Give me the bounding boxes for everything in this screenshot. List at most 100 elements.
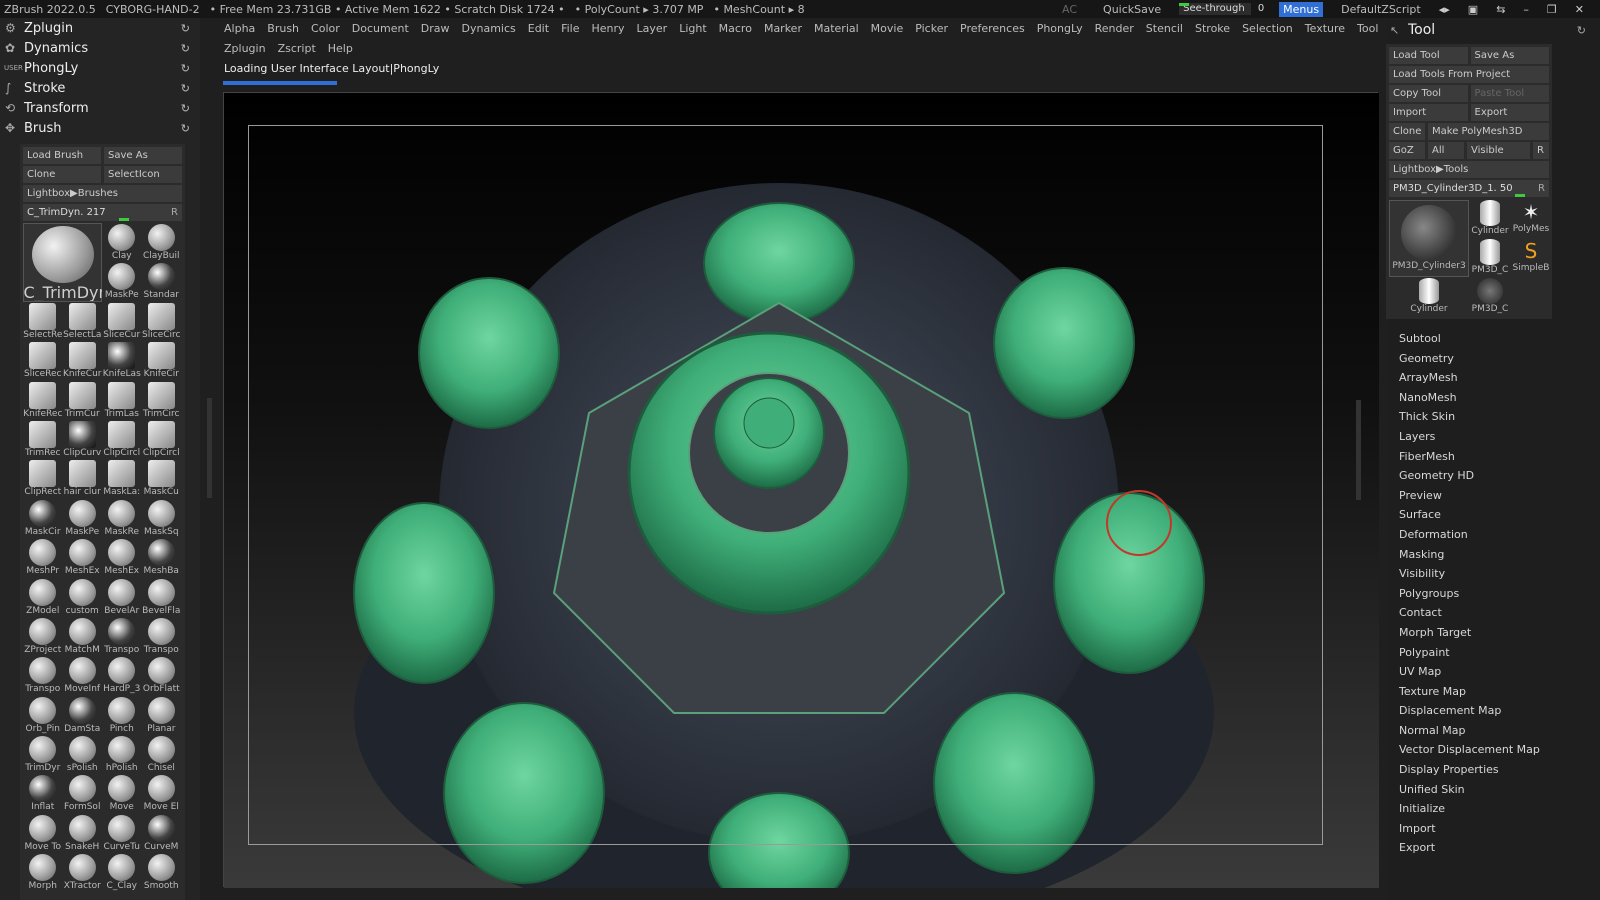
subpalette-item[interactable]: NanoMesh [1388,388,1600,408]
brush-item[interactable]: TrimCirc [142,381,182,420]
brush-item[interactable]: Pinch [102,696,142,735]
subpalette-item[interactable]: Initialize [1388,799,1600,819]
brush-item[interactable]: DamSta [63,696,103,735]
brush-item[interactable]: Move To [23,814,63,853]
brush-item[interactable]: FormSol [63,774,103,813]
brush-item[interactable]: MaskSq [142,499,182,538]
layout-arrows-icon[interactable]: ◂▸ [1439,3,1450,16]
menu-phongly[interactable]: PhongLy [1037,22,1083,35]
brush-item[interactable]: KnifeCur [63,341,103,380]
brush-item[interactable]: ClipCircl [142,420,182,459]
menu-tool[interactable]: Tool [1357,22,1378,35]
brush-item[interactable]: MeshBa [142,538,182,577]
refresh-icon[interactable]: ↻ [181,82,190,95]
subpalette-item[interactable]: ArrayMesh [1388,368,1600,388]
make-polymesh-button[interactable]: Make PolyMesh3D [1428,123,1549,140]
brush-item[interactable]: Smooth [142,853,182,892]
minimize-icon[interactable]: – [1523,3,1529,16]
brush-item[interactable]: MaskPe [63,499,103,538]
brush-item[interactable]: ClipCurv [63,420,103,459]
restore-icon[interactable]: ❐ [1547,3,1557,16]
brush-item[interactable]: TrimLas [102,381,142,420]
lightbox-tools-button[interactable]: Lightbox▶Tools [1389,161,1549,178]
brush-item[interactable]: SliceCirc [142,302,182,341]
brush-item[interactable]: MeshPr [23,538,63,577]
palette-dynamics[interactable]: ✿ Dynamics ↻ [0,38,200,58]
subpalette-item[interactable]: Geometry HD [1388,466,1600,486]
subpalette-item[interactable]: Displacement Map [1388,701,1600,721]
pin-icon[interactable]: ↖ [1390,24,1399,37]
see-through-slider[interactable]: See-through 0 [1179,3,1264,15]
brush-item[interactable]: MaskCu [142,459,182,498]
ac-label[interactable]: AC [1062,3,1077,16]
current-brush-thumbnail[interactable]: C_TrimDyn [23,223,102,302]
menu-help[interactable]: Help [328,42,353,55]
brush-item[interactable]: Morph [23,853,63,892]
subpalette-item[interactable]: Unified Skin [1388,780,1600,800]
current-tool-slider[interactable]: PM3D_Cylinder3D_1. 50 R [1389,180,1549,197]
load-tools-from-project-button[interactable]: Load Tools From Project [1389,66,1549,83]
refresh-icon[interactable]: ↻ [181,62,190,75]
brush-item[interactable]: hPolish [102,735,142,774]
menu-stencil[interactable]: Stencil [1146,22,1183,35]
brush-item[interactable]: CurveM [142,814,182,853]
brush-item[interactable]: SelectLa [63,302,103,341]
goz-r-button[interactable]: R [1533,142,1549,159]
default-zscript-button[interactable]: DefaultZScript [1341,3,1421,16]
menu-layer[interactable]: Layer [637,22,668,35]
brush-item[interactable]: MeshEx [102,538,142,577]
right-panel-resize-handle[interactable] [1356,400,1361,500]
select-icon-button[interactable]: SelectIcon [104,166,182,183]
subpalette-item[interactable]: UV Map [1388,662,1600,682]
left-panel-resize-handle[interactable] [207,398,212,498]
brush-item[interactable]: ClayBuil [142,223,182,262]
clone-tool-button[interactable]: Clone [1389,123,1425,140]
subpalette-item[interactable]: Morph Target [1388,623,1600,643]
brush-item[interactable]: KnifeRec [23,381,63,420]
brush-item[interactable]: MaskLa: [102,459,142,498]
slider-knob[interactable] [119,218,129,221]
brush-item[interactable]: MatchM [63,617,103,656]
menu-render[interactable]: Render [1095,22,1134,35]
brush-item[interactable]: OrbFlatt [142,656,182,695]
goz-button[interactable]: GoZ [1389,142,1425,159]
tool-thumb-pm3d-2[interactable]: PM3D_C [1470,278,1510,316]
quicksave-button[interactable]: QuickSave [1103,3,1161,16]
palette-brush[interactable]: ✥ Brush ↻ [0,118,200,138]
palette-zplugin[interactable]: ⚙ Zplugin ↻ [0,18,200,38]
menu-zplugin[interactable]: Zplugin [224,42,266,55]
menu-brush[interactable]: Brush [267,22,299,35]
menu-movie[interactable]: Movie [871,22,904,35]
document-viewport[interactable] [223,92,1379,888]
palette-phongly[interactable]: USER PhongLy ↻ [0,58,200,78]
brush-item[interactable]: C_Clay [102,853,142,892]
clone-brush-button[interactable]: Clone [23,166,101,183]
brush-item[interactable]: Transpo [142,617,182,656]
swap-icon[interactable]: ⇆ [1496,3,1505,16]
brush-item[interactable]: KnifeCir [142,341,182,380]
brush-item[interactable]: Orb_Pin [23,696,63,735]
brush-item[interactable]: HardP_3 [102,656,142,695]
tool-thumb-current[interactable]: PM3D_Cylinder3 [1389,200,1469,277]
slider-knob[interactable] [1515,194,1525,197]
tool-palette-header[interactable]: ↖ Tool ↻ [1388,18,1600,42]
close-icon[interactable]: ✕ [1575,3,1584,16]
menu-texture[interactable]: Texture [1305,22,1345,35]
subpalette-item[interactable]: Polypaint [1388,643,1600,663]
import-tool-button[interactable]: Import [1389,104,1468,121]
brush-item[interactable]: ZProject [23,617,63,656]
tool-thumb-simplebrush[interactable]: S SimpleB [1511,239,1551,277]
subpalette-item[interactable]: Display Properties [1388,760,1600,780]
brush-item[interactable]: custom [63,578,103,617]
subpalette-item[interactable]: Visibility [1388,564,1600,584]
tool-thumb-polymesh[interactable]: ✶ PolyMes [1511,200,1551,238]
subpalette-item[interactable]: Surface [1388,505,1600,525]
subpalette-item[interactable]: Deformation [1388,525,1600,545]
subpalette-item[interactable]: FiberMesh [1388,447,1600,467]
menu-picker[interactable]: Picker [915,22,948,35]
menu-marker[interactable]: Marker [764,22,802,35]
menu-dynamics[interactable]: Dynamics [462,22,516,35]
brush-item[interactable]: ClipCircl [102,420,142,459]
brush-item[interactable]: MeshEx [63,538,103,577]
subpalette-item[interactable]: Subtool [1388,329,1600,349]
